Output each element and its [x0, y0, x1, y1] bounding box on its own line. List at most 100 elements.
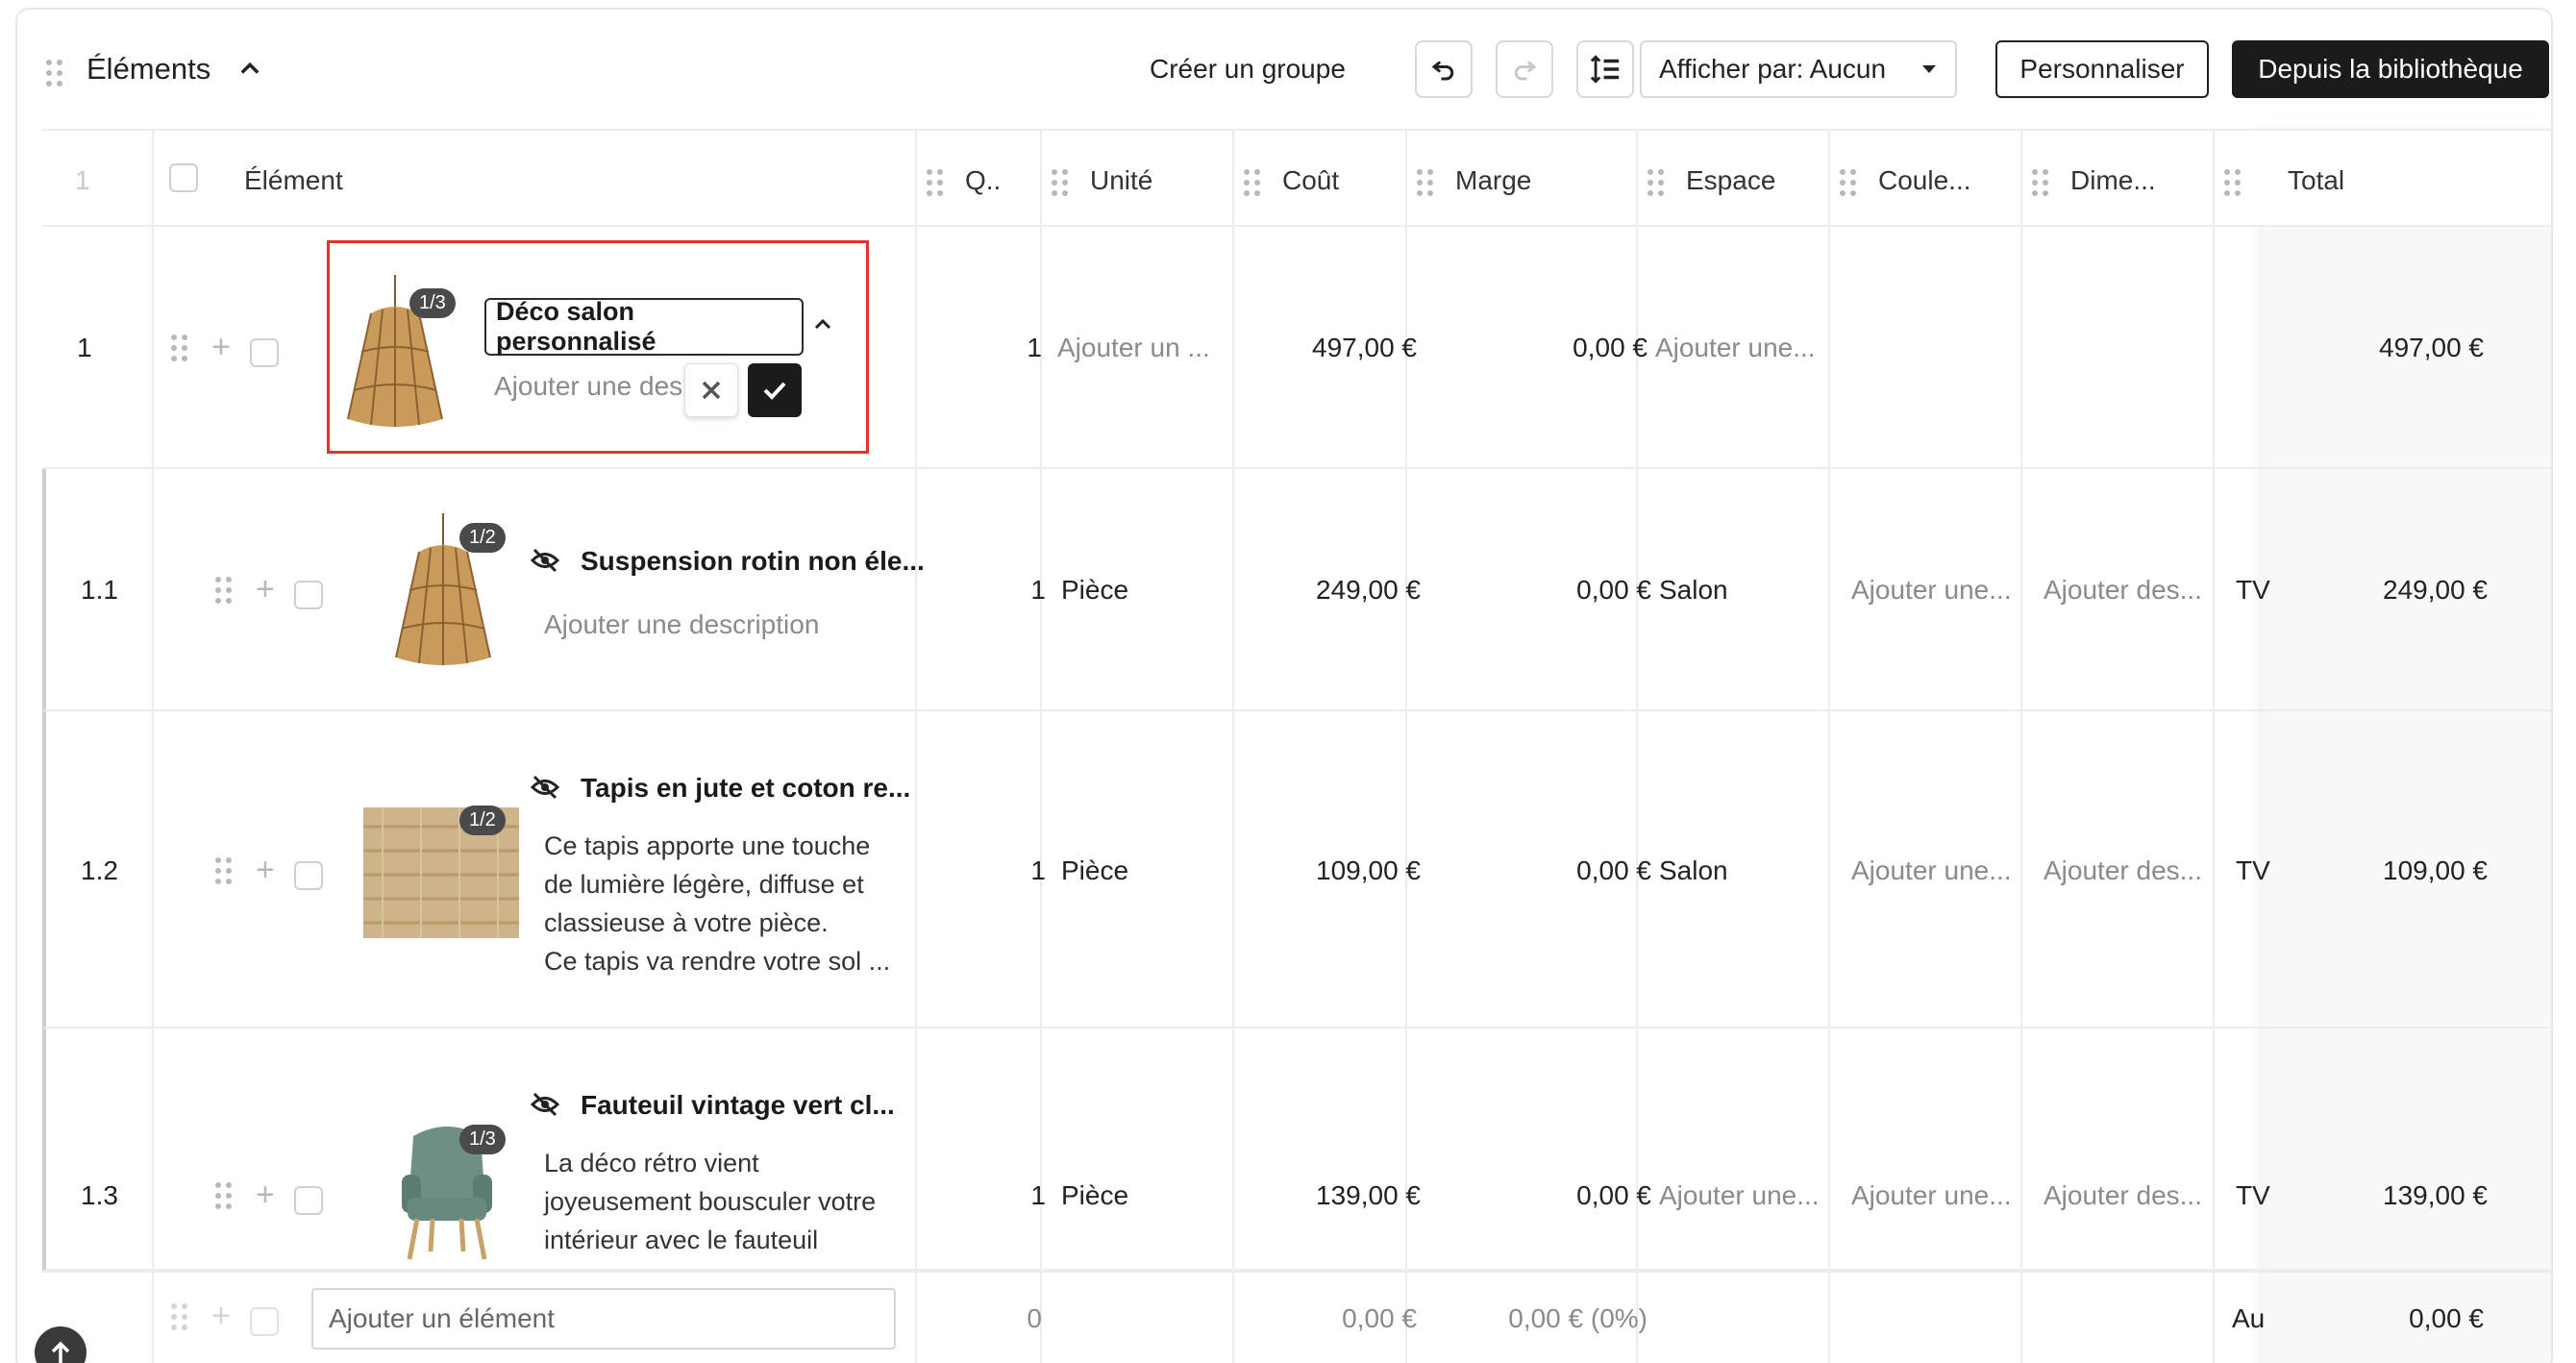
item-name[interactable]: Fauteuil vintage vert cl...	[581, 1090, 946, 1121]
header-color[interactable]: Coule...	[1878, 165, 1971, 196]
unit-cell[interactable]: Pièce	[1061, 1180, 1244, 1211]
row-checkbox[interactable]	[294, 861, 323, 890]
add-element-input[interactable]: Ajouter un élément	[311, 1288, 896, 1350]
eye-slash-icon[interactable]	[531, 548, 559, 573]
column-drag-icon[interactable]	[1840, 169, 1856, 196]
table-row: 1.2 + 1/2 Tapis en jute et coton re... C…	[42, 711, 2551, 1028]
confirm-edit-button[interactable]	[748, 363, 802, 417]
chevron-up-icon[interactable]	[811, 313, 834, 336]
drag-handle-icon[interactable]	[215, 1182, 232, 1209]
extra-cell[interactable]: TV	[2236, 1180, 2274, 1211]
unit-cell[interactable]: Pièce	[1061, 575, 1244, 606]
item-description[interactable]: La déco rétro vient joyeusement bouscule…	[544, 1144, 876, 1259]
dimension-cell[interactable]: Ajouter des...	[2043, 855, 2226, 886]
row-density-button[interactable]	[1576, 40, 1634, 98]
space-cell[interactable]: Salon	[1659, 575, 1842, 606]
dimension-cell[interactable]: Ajouter des...	[2043, 575, 2226, 606]
column-drag-icon[interactable]	[1647, 169, 1664, 196]
header-qty[interactable]: Q..	[965, 165, 1001, 196]
qty-cell[interactable]: 1	[950, 575, 1046, 606]
chevron-up-icon[interactable]	[236, 56, 263, 83]
row-checkbox[interactable]	[294, 1186, 323, 1215]
add-subitem-icon[interactable]: +	[256, 854, 275, 886]
eye-slash-icon[interactable]	[531, 1092, 559, 1117]
column-drag-icon[interactable]	[1417, 169, 1433, 196]
row-number: 1.2	[81, 855, 118, 885]
image-count-badge: 1/3	[459, 1125, 506, 1154]
header-space[interactable]: Espace	[1686, 165, 1775, 196]
description-line: classieuse à votre pièce.	[544, 908, 829, 937]
margin-cell[interactable]: 0,00 €	[1426, 333, 1647, 363]
qty-cell[interactable]: 1	[946, 333, 1042, 363]
header-cost[interactable]: Coût	[1282, 165, 1339, 196]
header-unit[interactable]: Unité	[1090, 165, 1152, 196]
header-dimension[interactable]: Dime...	[2070, 165, 2156, 196]
customize-button[interactable]: Personnaliser	[1995, 40, 2209, 98]
undo-button[interactable]	[1415, 40, 1473, 98]
item-description[interactable]: Ce tapis apporte une touche de lumière l…	[544, 827, 890, 980]
margin-cell[interactable]: 0,00 €	[1430, 855, 1651, 886]
margin-cell[interactable]: 0,00 €	[1430, 575, 1651, 606]
cost-cell[interactable]: 139,00 €	[1238, 1180, 1421, 1211]
cost-cell[interactable]: 249,00 €	[1238, 575, 1421, 606]
display-by-select[interactable]: Afficher par: Aucun	[1640, 40, 1957, 98]
qty-cell[interactable]: 1	[950, 1180, 1046, 1211]
header-index: 1	[75, 165, 90, 195]
column-drag-icon[interactable]	[1244, 169, 1260, 196]
eye-slash-icon[interactable]	[531, 775, 559, 800]
description-line: de lumière légère, diffuse et	[544, 870, 864, 899]
color-cell[interactable]: Ajouter une...	[1851, 1180, 2034, 1211]
extra-cell[interactable]: TV	[2236, 575, 2274, 606]
header-total[interactable]: Total	[2288, 165, 2344, 196]
space-cell[interactable]: Salon	[1659, 855, 1842, 886]
cost-cell[interactable]: 497,00 €	[1234, 333, 1417, 363]
check-icon	[763, 382, 786, 400]
drag-handle-icon[interactable]	[171, 335, 187, 361]
row-number: 1.1	[81, 575, 118, 605]
space-cell[interactable]: Ajouter une...	[1655, 333, 1838, 363]
table-header: 1 Élément Q.. Unité Coût Marge Espace Co…	[42, 129, 2551, 227]
image-count-badge: 1/2	[459, 805, 506, 835]
row-checkbox[interactable]	[294, 581, 323, 609]
image-count-badge: 1/3	[409, 288, 456, 318]
color-cell[interactable]: Ajouter une...	[1851, 855, 2034, 886]
cancel-edit-button[interactable]	[684, 363, 738, 417]
add-subitem-icon[interactable]: +	[256, 573, 275, 606]
redo-icon	[1514, 61, 1537, 81]
undo-icon	[1431, 61, 1454, 81]
unit-cell[interactable]: Pièce	[1061, 855, 1244, 886]
header-margin[interactable]: Marge	[1455, 165, 1531, 196]
add-subitem-icon[interactable]: +	[211, 331, 231, 363]
qty-cell[interactable]: 1	[950, 855, 1046, 886]
header-element: Élément	[244, 165, 343, 195]
description-line: intérieur avec le fauteuil	[544, 1226, 819, 1254]
extra-cell[interactable]: TV	[2236, 855, 2274, 886]
row-checkbox[interactable]	[250, 338, 279, 367]
column-drag-icon[interactable]	[2032, 169, 2048, 196]
cost-cell[interactable]: 109,00 €	[1238, 855, 1421, 886]
description-placeholder[interactable]: Ajouter une des	[494, 371, 686, 402]
item-description[interactable]: Ajouter une description	[544, 609, 819, 640]
color-cell[interactable]: Ajouter une...	[1851, 575, 2034, 606]
item-name[interactable]: Tapis en jute et coton re...	[581, 773, 946, 804]
drag-handle-icon[interactable]	[215, 577, 232, 604]
redo-button[interactable]	[1496, 40, 1553, 98]
from-library-button[interactable]: Depuis la bibliothèque	[2232, 40, 2549, 98]
column-drag-icon[interactable]	[927, 169, 943, 196]
margin-cell[interactable]: 0,00 €	[1430, 1180, 1651, 1211]
item-name[interactable]: Suspension rotin non éle...	[581, 546, 946, 577]
space-cell[interactable]: Ajouter une...	[1659, 1180, 1842, 1211]
add-subitem-icon: +	[211, 1298, 231, 1334]
unit-cell[interactable]: Ajouter un ...	[1057, 333, 1240, 363]
dimension-cell[interactable]: Ajouter des...	[2043, 1180, 2226, 1211]
description-line: Ce tapis apporte une touche	[544, 831, 871, 860]
column-drag-icon[interactable]	[1052, 169, 1068, 196]
column-drag-icon[interactable]	[2224, 169, 2241, 196]
table-row: 1.1 + 1/2 Suspension rotin non éle... Aj…	[42, 469, 2551, 711]
create-group-button[interactable]: Créer un groupe	[1150, 54, 1346, 85]
select-all-checkbox[interactable]	[169, 163, 198, 192]
item-name-input[interactable]: Déco salon personnalisé	[484, 297, 804, 356]
drag-handle-icon[interactable]	[46, 60, 62, 87]
drag-handle-icon[interactable]	[215, 857, 232, 884]
add-subitem-icon[interactable]: +	[256, 1178, 275, 1211]
